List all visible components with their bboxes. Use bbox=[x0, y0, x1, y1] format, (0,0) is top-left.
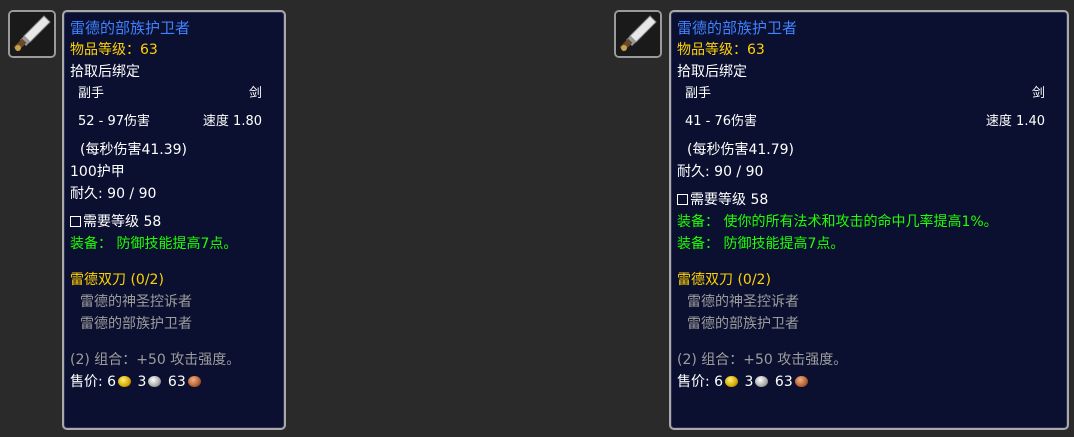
checkbox-icon bbox=[677, 194, 688, 205]
checkbox-icon bbox=[70, 216, 81, 227]
weapon-type: 剑 bbox=[248, 86, 262, 101]
gold-amount: 6 bbox=[714, 374, 724, 390]
equip-effect: 装备： 防御技能提高7点。 bbox=[677, 236, 845, 252]
copper-amount: 63 bbox=[167, 374, 186, 390]
silver-coin-icon bbox=[148, 376, 162, 387]
silver-coin-icon bbox=[755, 376, 769, 387]
equip-effect: 装备： 防御技能提高7点。 bbox=[70, 236, 238, 252]
equip-effect: 装备： 使你的所有法术和攻击的命中几率提高1%。 bbox=[677, 214, 998, 230]
item-tooltip: 雷德的部族护卫者 物品等级：63 拾取后绑定 副手 剑 41 - 76伤害 速度… bbox=[669, 10, 1069, 430]
tooltip-panel-right: 雷德的部族护卫者 物品等级：63 拾取后绑定 副手 剑 41 - 76伤害 速度… bbox=[606, 0, 1074, 437]
damage-row: 52 - 97伤害 速度 1.80 bbox=[70, 111, 278, 133]
set-item: 雷德的神圣控诉者 bbox=[687, 294, 799, 310]
silver-amount: 3 bbox=[137, 374, 147, 390]
set-item: 雷德的部族护卫者 bbox=[80, 316, 192, 332]
set-name: 雷德双刀 (0/2) bbox=[70, 272, 164, 288]
dps-text: (每秒伤害41.79) bbox=[687, 142, 795, 158]
item-level: 物品等级：63 bbox=[70, 42, 158, 58]
slot-row: 副手 剑 bbox=[70, 83, 278, 105]
weapon-speed: 速度 1.40 bbox=[985, 114, 1045, 129]
sell-price: 售价: 6 3 63 bbox=[70, 371, 278, 393]
damage-range: 52 - 97伤害 bbox=[78, 114, 151, 129]
item-tooltip: 雷德的部族护卫者 物品等级：63 拾取后绑定 副手 剑 52 - 97伤害 速度… bbox=[62, 10, 286, 430]
tooltip-panel-left: 雷德的部族护卫者 物品等级：63 拾取后绑定 副手 剑 52 - 97伤害 速度… bbox=[0, 0, 300, 437]
weapon-speed: 速度 1.80 bbox=[202, 114, 262, 129]
binding-text: 拾取后绑定 bbox=[677, 64, 747, 80]
sell-label: 售价: bbox=[70, 374, 103, 390]
durability-text: 耐久: 90 / 90 bbox=[70, 186, 157, 202]
gold-amount: 6 bbox=[107, 374, 117, 390]
set-item: 雷德的神圣控诉者 bbox=[80, 294, 192, 310]
copper-coin-icon bbox=[187, 376, 201, 387]
required-level: 需要等级 58 bbox=[677, 189, 1061, 211]
slot-row: 副手 剑 bbox=[677, 83, 1061, 105]
sword-item-icon[interactable] bbox=[8, 10, 56, 58]
required-level: 需要等级 58 bbox=[70, 211, 278, 233]
armor-text: 100护甲 bbox=[70, 164, 125, 180]
slot-label: 副手 bbox=[78, 86, 105, 101]
gold-coin-icon bbox=[725, 376, 739, 387]
set-item: 雷德的部族护卫者 bbox=[687, 316, 799, 332]
item-name: 雷德的部族护卫者 bbox=[677, 19, 798, 37]
sell-label: 售价: bbox=[677, 374, 710, 390]
binding-text: 拾取后绑定 bbox=[70, 64, 140, 80]
set-name: 雷德双刀 (0/2) bbox=[677, 272, 771, 288]
sell-price: 售价: 6 3 63 bbox=[677, 371, 1061, 393]
durability-text: 耐久: 90 / 90 bbox=[677, 164, 764, 180]
slot-label: 副手 bbox=[685, 86, 712, 101]
sword-item-icon[interactable] bbox=[614, 10, 662, 58]
dps-text: (每秒伤害41.39) bbox=[80, 142, 188, 158]
silver-amount: 3 bbox=[744, 374, 754, 390]
copper-amount: 63 bbox=[774, 374, 793, 390]
damage-range: 41 - 76伤害 bbox=[685, 114, 758, 129]
weapon-type: 剑 bbox=[1031, 86, 1045, 101]
item-level: 物品等级：63 bbox=[677, 42, 765, 58]
item-name: 雷德的部族护卫者 bbox=[70, 19, 191, 37]
set-bonus: (2) 组合：+50 攻击强度。 bbox=[70, 352, 241, 368]
set-bonus: (2) 组合：+50 攻击强度。 bbox=[677, 352, 848, 368]
damage-row: 41 - 76伤害 速度 1.40 bbox=[677, 111, 1061, 133]
gold-coin-icon bbox=[118, 376, 132, 387]
copper-coin-icon bbox=[794, 376, 808, 387]
